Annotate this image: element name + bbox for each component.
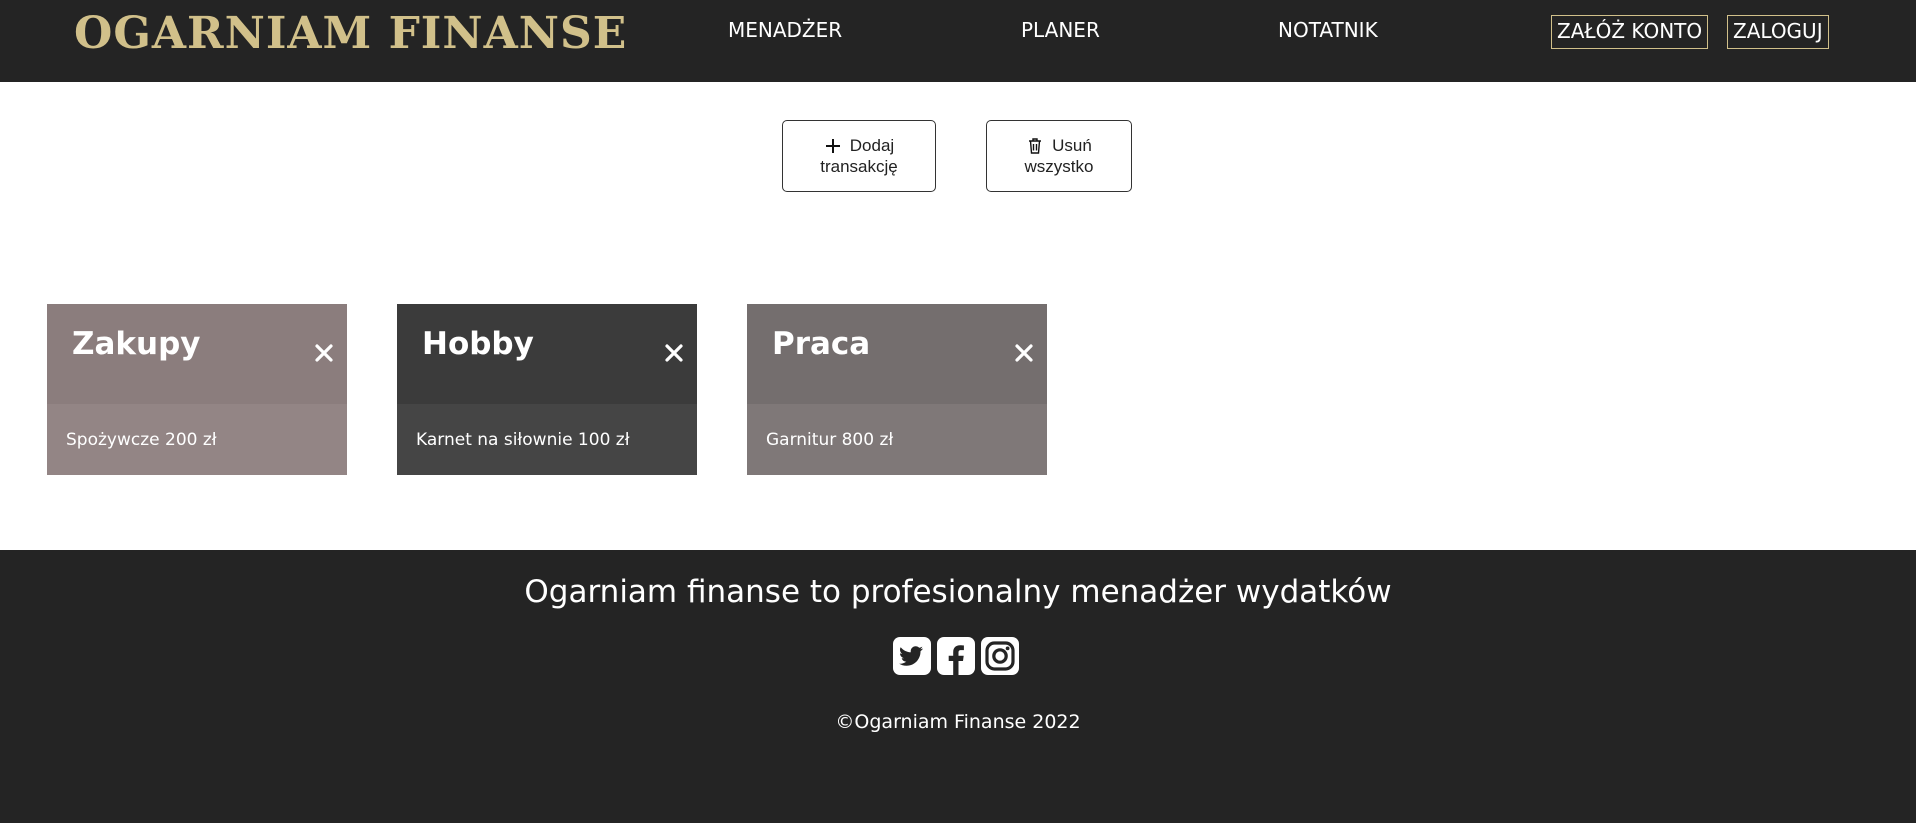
close-icon[interactable] xyxy=(1013,342,1035,364)
transaction-item: Garnitur 800 zł xyxy=(766,430,894,450)
facebook-icon[interactable] xyxy=(936,636,976,676)
category-card-praca: Praca Garnitur 800 zł xyxy=(747,304,1047,475)
delete-all-button[interactable]: Usuń wszystko xyxy=(986,120,1132,192)
nav-notatnik[interactable]: NOTATNIK xyxy=(1278,18,1378,42)
top-navbar: OGARNIAM FINANSE MENADŻER PLANER NOTATNI… xyxy=(0,0,1916,82)
delete-all-label-1: Usuń xyxy=(1052,136,1092,155)
card-body: Garnitur 800 zł xyxy=(747,404,1047,475)
card-title: Hobby xyxy=(422,326,534,362)
site-logo[interactable]: OGARNIAM FINANSE xyxy=(74,8,627,59)
plus-icon xyxy=(825,138,840,153)
register-button[interactable]: ZAŁÓŻ KONTO xyxy=(1551,15,1709,49)
category-card-hobby: Hobby Karnet na siłownie 100 zł xyxy=(397,304,697,475)
nav-menadzer[interactable]: MENADŻER xyxy=(728,18,842,42)
add-transaction-label-2: transakcję xyxy=(820,157,898,176)
twitter-icon[interactable] xyxy=(892,636,932,676)
close-icon[interactable] xyxy=(663,342,685,364)
delete-all-label-2: wszystko xyxy=(1024,157,1094,176)
card-body: Karnet na siłownie 100 zł xyxy=(397,404,697,475)
site-footer: Ogarniam finanse to profesionalny menadż… xyxy=(0,550,1916,823)
card-header: Praca xyxy=(747,304,1047,404)
copyright-text: ©Ogarniam Finanse 2022 xyxy=(835,711,1081,733)
card-header: Zakupy xyxy=(47,304,347,404)
login-button[interactable]: ZALOGUJ xyxy=(1727,15,1829,49)
social-links xyxy=(892,636,1020,676)
card-header: Hobby xyxy=(397,304,697,404)
transaction-item: Karnet na siłownie 100 zł xyxy=(416,430,630,450)
trash-icon xyxy=(1029,137,1042,154)
add-transaction-button[interactable]: Dodaj transakcję xyxy=(782,120,936,192)
close-icon[interactable] xyxy=(313,342,335,364)
footer-tagline: Ogarniam finanse to profesionalny menadż… xyxy=(524,574,1392,610)
card-title: Zakupy xyxy=(72,326,201,362)
card-body: Spożywcze 200 zł xyxy=(47,404,347,475)
instagram-icon[interactable] xyxy=(980,636,1020,676)
add-transaction-label-1: Dodaj xyxy=(849,136,895,155)
card-title: Praca xyxy=(772,326,871,362)
nav-planer[interactable]: PLANER xyxy=(1021,18,1100,42)
transaction-item: Spożywcze 200 zł xyxy=(66,430,217,450)
category-card-zakupy: Zakupy Spożywcze 200 zł xyxy=(47,304,347,475)
